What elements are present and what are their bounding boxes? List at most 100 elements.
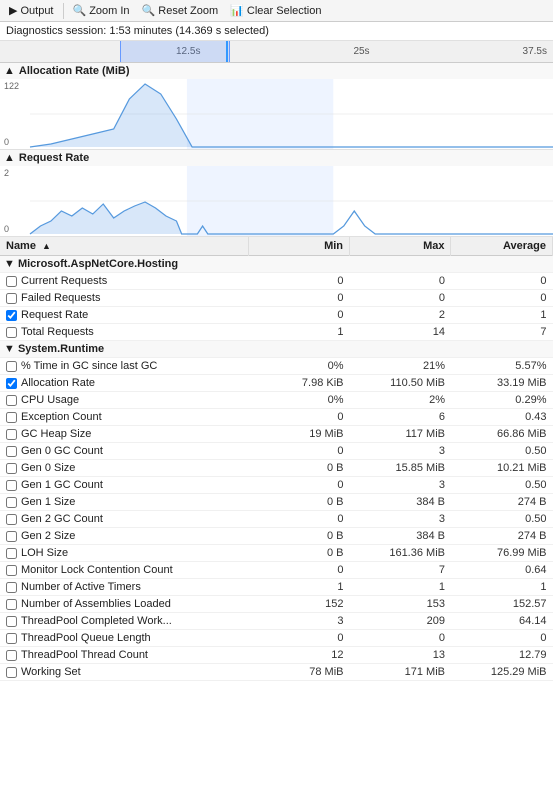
row-checkbox[interactable] [6, 480, 17, 491]
row-checkbox[interactable] [6, 276, 17, 287]
row-max-value: 117 MiB [350, 426, 451, 443]
table-row: Gen 0 GC Count 0 3 0.50 [0, 443, 553, 460]
row-min-value: 0 [248, 562, 349, 579]
row-checkbox[interactable] [6, 650, 17, 661]
zoom-in-button[interactable]: 🔍 Zoom In [68, 1, 135, 21]
table-row: Gen 0 Size 0 B 15.85 MiB 10.21 MiB [0, 460, 553, 477]
table-row: Gen 1 Size 0 B 384 B 274 B [0, 494, 553, 511]
row-name-cell: Gen 0 GC Count [0, 443, 248, 460]
request-rate-title: Request Rate [19, 152, 89, 164]
group-name: Microsoft.AspNetCore.Hosting [18, 258, 178, 270]
allocation-rate-chart: 122 0 [0, 79, 553, 149]
row-checkbox[interactable] [6, 327, 17, 338]
table-row: Failed Requests 0 0 0 [0, 290, 553, 307]
row-checkbox[interactable] [6, 497, 17, 508]
table-row: Number of Active Timers 1 1 1 [0, 579, 553, 596]
row-avg-value: 1 [451, 307, 553, 324]
row-metric-name: Exception Count [21, 411, 102, 423]
col-header-max: Max [350, 237, 451, 256]
row-checkbox[interactable] [6, 531, 17, 542]
session-text: Diagnostics session: 1:53 minutes (14.36… [6, 25, 269, 37]
row-max-value: 161.36 MiB [350, 545, 451, 562]
table-row: Gen 2 GC Count 0 3 0.50 [0, 511, 553, 528]
request-rate-y-labels: 2 0 [4, 166, 9, 236]
row-metric-name: Allocation Rate [21, 377, 95, 389]
table-row: Monitor Lock Contention Count 0 7 0.64 [0, 562, 553, 579]
table-row: Request Rate 0 2 1 [0, 307, 553, 324]
request-rate-y-min: 0 [4, 224, 9, 234]
row-min-value: 0 B [248, 460, 349, 477]
row-checkbox[interactable] [6, 429, 17, 440]
allocation-rate-header[interactable]: ▲ Allocation Rate (MiB) [0, 63, 553, 79]
row-checkbox[interactable] [6, 446, 17, 457]
row-min-value: 0 [248, 477, 349, 494]
col-header-min: Min [248, 237, 349, 256]
row-metric-name: Number of Active Timers [21, 581, 141, 593]
row-max-value: 3 [350, 511, 451, 528]
row-max-value: 2% [350, 392, 451, 409]
row-name-cell: ThreadPool Thread Count [0, 647, 248, 664]
row-checkbox[interactable] [6, 616, 17, 627]
row-avg-value: 64.14 [451, 613, 553, 630]
timeline-label-2: 37.5s [523, 46, 547, 57]
row-avg-value: 0.50 [451, 511, 553, 528]
row-checkbox[interactable] [6, 633, 17, 644]
row-avg-value: 0.29% [451, 392, 553, 409]
row-avg-value: 274 B [451, 494, 553, 511]
row-checkbox[interactable] [6, 293, 17, 304]
row-checkbox[interactable] [6, 582, 17, 593]
allocation-rate-title: Allocation Rate (MiB) [19, 65, 130, 77]
allocation-rate-y-labels: 122 0 [4, 79, 19, 149]
row-checkbox[interactable] [6, 395, 17, 406]
row-metric-name: Gen 0 GC Count [21, 445, 103, 457]
row-min-value: 152 [248, 596, 349, 613]
group-row[interactable]: ▼ System.Runtime [0, 341, 553, 358]
row-name-cell: Gen 2 Size [0, 528, 248, 545]
row-avg-value: 66.86 MiB [451, 426, 553, 443]
row-min-value: 19 MiB [248, 426, 349, 443]
row-min-value: 0 B [248, 545, 349, 562]
row-checkbox[interactable] [6, 361, 17, 372]
row-metric-name: Request Rate [21, 309, 88, 321]
row-min-value: 0 [248, 290, 349, 307]
row-min-value: 12 [248, 647, 349, 664]
row-avg-value: 12.79 [451, 647, 553, 664]
row-min-value: 3 [248, 613, 349, 630]
row-metric-name: Gen 0 Size [21, 462, 75, 474]
row-name-cell: Monitor Lock Contention Count [0, 562, 248, 579]
row-min-value: 0 B [248, 528, 349, 545]
row-checkbox[interactable] [6, 667, 17, 678]
row-checkbox[interactable] [6, 599, 17, 610]
row-checkbox[interactable] [6, 463, 17, 474]
output-button[interactable]: ▶ Output [4, 1, 59, 21]
row-name-cell: Request Rate [0, 307, 248, 324]
group-row[interactable]: ▼ Microsoft.AspNetCore.Hosting [0, 256, 553, 273]
group-name-cell: ▼ System.Runtime [0, 341, 553, 358]
row-checkbox[interactable] [6, 310, 17, 321]
row-name-cell: Failed Requests [0, 290, 248, 307]
reset-zoom-button[interactable]: 🔍 Reset Zoom [137, 1, 224, 21]
row-name-cell: Allocation Rate [0, 375, 248, 392]
row-max-value: 209 [350, 613, 451, 630]
row-metric-name: % Time in GC since last GC [21, 360, 157, 372]
row-checkbox[interactable] [6, 565, 17, 576]
request-rate-header[interactable]: ▲ Request Rate [0, 150, 553, 166]
col-header-name[interactable]: Name ▲ [0, 237, 248, 256]
request-rate-section: ▲ Request Rate 2 0 [0, 150, 553, 237]
row-checkbox[interactable] [6, 548, 17, 559]
row-checkbox[interactable] [6, 412, 17, 423]
timeline[interactable]: 12.5s 25s 37.5s [0, 41, 553, 63]
row-metric-name: Monitor Lock Contention Count [21, 564, 173, 576]
allocation-rate-collapse-icon: ▲ [4, 65, 15, 77]
row-checkbox[interactable] [6, 378, 17, 389]
row-avg-value: 274 B [451, 528, 553, 545]
row-checkbox[interactable] [6, 514, 17, 525]
group-name-cell: ▼ Microsoft.AspNetCore.Hosting [0, 256, 553, 273]
data-table-container: Name ▲ Min Max Average ▼ Microsoft.AspNe… [0, 237, 553, 681]
clear-selection-button[interactable]: 📊 Clear Selection [225, 1, 326, 21]
timeline-selection [120, 41, 230, 62]
row-metric-name: ThreadPool Thread Count [21, 649, 148, 661]
row-min-value: 78 MiB [248, 664, 349, 681]
row-min-value: 7.98 KiB [248, 375, 349, 392]
sort-arrow-name: ▲ [42, 241, 51, 251]
